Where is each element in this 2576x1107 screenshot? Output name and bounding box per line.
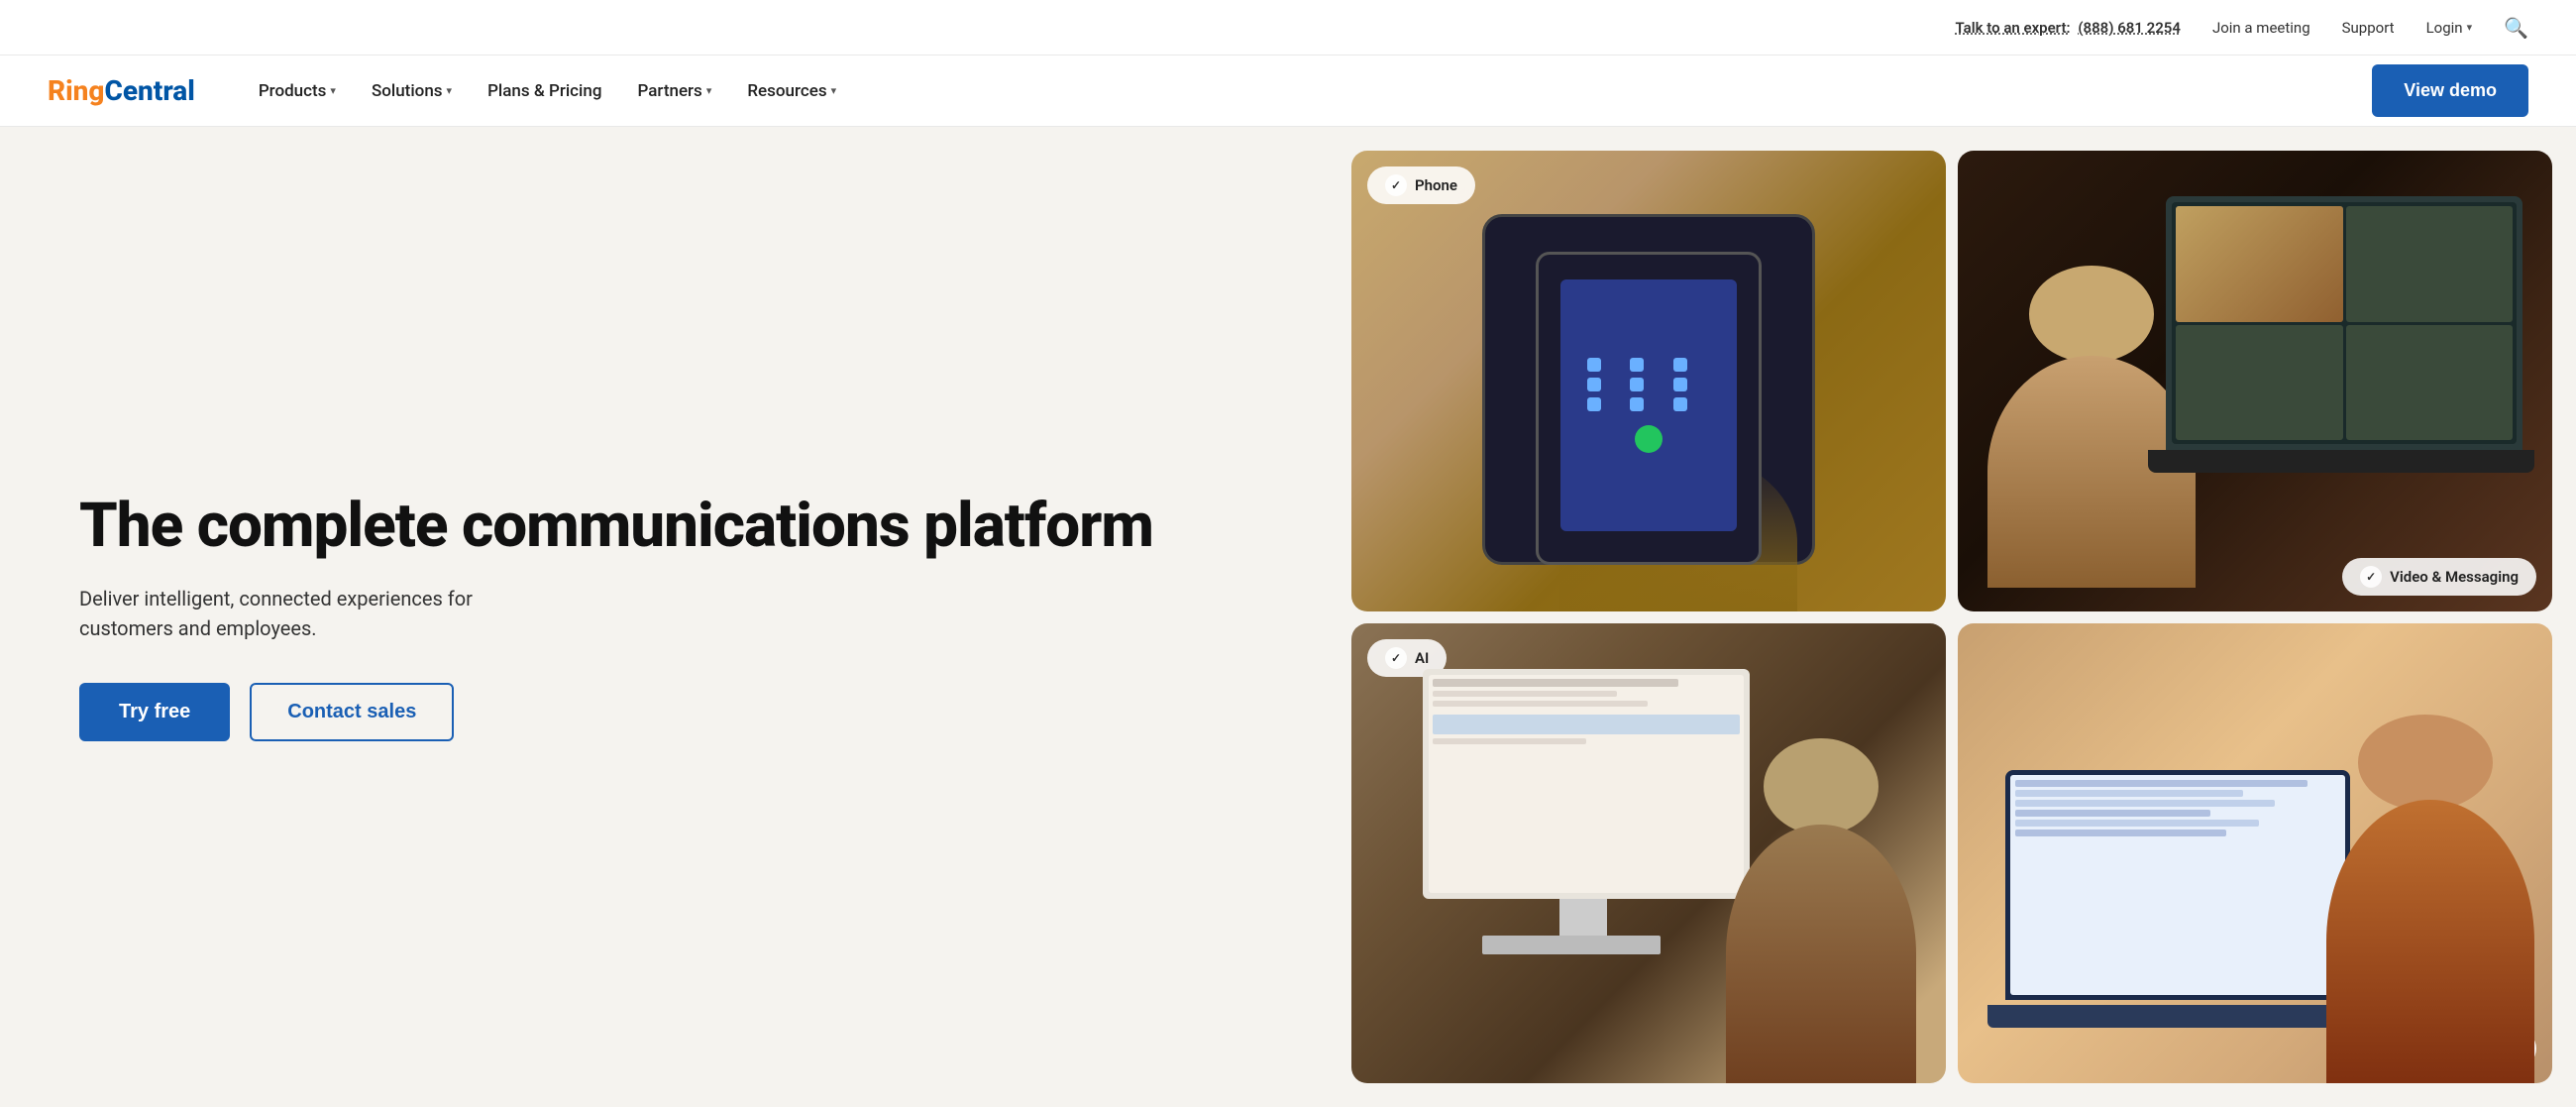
nav-item-resources[interactable]: Resources ▾ — [731, 73, 852, 109]
ai-card: ✓ AI — [1351, 623, 1946, 1084]
logo[interactable]: RingCentral — [48, 74, 195, 107]
nav-item-plans-pricing[interactable]: Plans & Pricing — [472, 73, 617, 109]
phone-badge: ✓ Phone — [1367, 166, 1475, 204]
nav-bar: RingCentral Products ▾ Solutions ▾ Plans… — [0, 55, 2576, 127]
expert-label: Talk to an expert: (888) 681 2254 — [1956, 19, 2181, 37]
nav-plans-label: Plans & Pricing — [487, 81, 601, 101]
hero-content: The complete communications platform Del… — [0, 127, 1340, 1107]
try-free-button[interactable]: Try free — [79, 683, 230, 741]
partners-chevron-icon: ▾ — [706, 84, 712, 97]
resources-chevron-icon: ▾ — [831, 84, 837, 97]
search-icon[interactable]: 🔍 — [2504, 16, 2528, 40]
login-chevron-icon: ▾ — [2467, 21, 2473, 34]
hero-buttons: Try free Contact sales — [79, 683, 1280, 741]
nav-item-solutions[interactable]: Solutions ▾ — [356, 73, 468, 109]
nav-partners-label: Partners — [637, 81, 701, 101]
hero-section: The complete communications platform Del… — [0, 127, 2576, 1107]
nav-item-partners[interactable]: Partners ▾ — [621, 73, 727, 109]
phone-badge-check-icon: ✓ — [1385, 174, 1407, 196]
video-card: ✓ Video & Messaging — [1958, 151, 2552, 611]
ai-badge-check-icon: ✓ — [1385, 647, 1407, 669]
hero-image-grid: ✓ Phone — [1340, 127, 2576, 1107]
contact-sales-button[interactable]: Contact sales — [250, 683, 454, 741]
expert-text: Talk to an expert: — [1956, 19, 2071, 37]
nav-item-products[interactable]: Products ▾ — [243, 73, 352, 109]
support-link[interactable]: Support — [2342, 19, 2395, 37]
hero-title: The complete communications platform — [79, 493, 1280, 560]
logo-ring: Ring — [48, 74, 104, 107]
join-meeting-link[interactable]: Join a meeting — [2212, 19, 2310, 37]
video-badge: ✓ Video & Messaging — [2342, 558, 2536, 596]
nav-solutions-label: Solutions — [372, 81, 443, 101]
phone-badge-label: Phone — [1415, 176, 1457, 194]
nav-resources-label: Resources — [747, 81, 826, 101]
top-bar: Talk to an expert: (888) 681 2254 Join a… — [0, 0, 2576, 55]
ai-badge-label: AI — [1415, 649, 1429, 667]
contact-center-card: ✓ Contact center — [1958, 623, 2552, 1084]
nav-links: Products ▾ Solutions ▾ Plans & Pricing P… — [243, 73, 2372, 109]
video-badge-label: Video & Messaging — [2390, 568, 2519, 586]
login-label: Login — [2426, 19, 2463, 37]
solutions-chevron-icon: ▾ — [447, 84, 453, 97]
nav-products-label: Products — [259, 81, 327, 101]
view-demo-button[interactable]: View demo — [2372, 64, 2528, 117]
hero-subtitle: Deliver intelligent, connected experienc… — [79, 584, 555, 643]
login-button[interactable]: Login ▾ — [2426, 19, 2473, 37]
products-chevron-icon: ▾ — [330, 84, 336, 97]
phone-card: ✓ Phone — [1351, 151, 1946, 611]
logo-central: Central — [104, 74, 194, 107]
video-badge-check-icon: ✓ — [2360, 566, 2382, 588]
phone-number[interactable]: (888) 681 2254 — [2078, 19, 2181, 37]
